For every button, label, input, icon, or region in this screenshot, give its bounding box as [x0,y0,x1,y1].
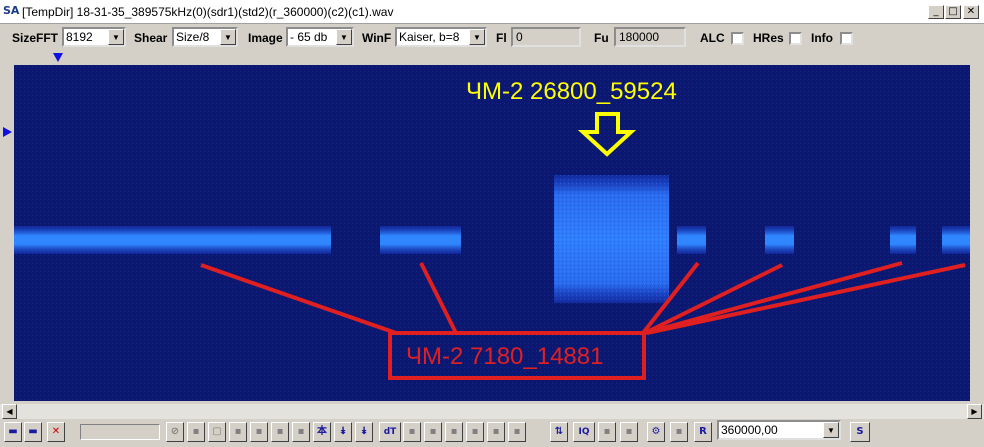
signal-segment [380,226,461,254]
fl-field[interactable]: 0 [511,27,581,47]
swap-icon[interactable]: ⇅ [550,422,568,442]
wide-signal-label: ЧМ-2 26800_59524 [466,78,677,105]
narrow-signal-label: ЧМ-2 7180_14881 [406,343,604,370]
sizefft-select[interactable]: 8192 ▼ [62,27,126,47]
bottom-toolbar: ▬ ▬ ✕ ⊘ ▪ ▢ ▪ ▪ ▪ ▪ 本 ⯯ ⯯ dT ▪ ▪ ▪ ▪ ▪ ▪… [0,419,984,447]
fu-field[interactable]: 180000 [614,27,686,47]
fu-label: Fu [594,31,609,45]
tool-5-icon[interactable]: ▪ [271,422,289,442]
shear-select[interactable]: Size/8 ▼ [172,27,238,47]
tool-16-icon[interactable]: ▪ [598,422,616,442]
signal-segment [890,226,916,254]
delete-icon[interactable]: ✕ [47,422,65,442]
image-value: - 65 db [290,30,328,44]
tool-7-icon[interactable]: 本 [313,422,331,442]
app-icon: SA [3,4,20,17]
shear-value: Size/8 [176,30,210,44]
winf-value: Kaiser, b=8 [399,30,460,44]
shear-label: Shear [134,31,168,45]
tool-11-icon[interactable]: ▪ [424,422,442,442]
window-title: [TempDir] 18-31-35_389575kHz(0)(sdr1)(st… [22,5,394,19]
winf-select[interactable]: Kaiser, b=8 ▼ [395,27,487,47]
tool-13-icon[interactable]: ▪ [466,422,484,442]
tool-14-icon[interactable]: ▪ [487,422,505,442]
spectrogram-panel[interactable]: ЧМ-2 26800_59524 ЧМ-2 7180_14881 [14,65,970,401]
s-button[interactable]: S [850,422,870,442]
tool-2-icon[interactable]: ▢ [208,422,226,442]
hres-label: HRes [753,31,784,45]
time-marker-icon[interactable] [3,127,12,137]
alc-label: ALC [700,31,725,45]
tool-3-icon[interactable]: ▪ [229,422,247,442]
settings-icon[interactable]: ⚙ [647,422,665,442]
r-icon[interactable]: R [694,422,712,442]
tool-15-icon[interactable]: ▪ [508,422,526,442]
signal-segment [677,226,706,254]
rate-value: 360000,00 [721,423,778,437]
winf-label: WinF [362,31,392,45]
maximize-button[interactable]: □ [945,5,961,19]
scroll-left-icon[interactable]: ◀ [2,404,17,419]
tool-4-icon[interactable]: ▪ [250,422,268,442]
sizefft-label: SizeFFT [12,31,59,45]
signal-segment [765,226,794,254]
chevron-down-icon: ▼ [469,29,485,45]
tool-8-icon[interactable]: ⯯ [334,422,352,442]
frequency-ruler [0,50,984,65]
sizefft-value: 8192 [66,30,93,44]
signal-segment [942,226,970,254]
info-checkbox[interactable] [840,32,853,45]
tool-6-icon[interactable]: ▪ [292,422,310,442]
tool-10-icon[interactable]: ▪ [403,422,421,442]
stop-icon[interactable]: ⊘ [166,422,184,442]
chevron-down-icon: ▼ [823,422,839,438]
hres-checkbox[interactable] [789,32,802,45]
dt-icon[interactable]: dT [379,422,401,442]
chevron-down-icon: ▼ [336,29,352,45]
scroll-right-icon[interactable]: ▶ [967,404,982,419]
image-select[interactable]: - 65 db ▼ [286,27,354,47]
tool-9-icon[interactable]: ⯯ [355,422,373,442]
progress-bar [80,424,160,440]
open-icon[interactable]: ▬ [24,422,42,442]
title-bar: SA [TempDir] 18-31-35_389575kHz(0)(sdr1)… [0,0,984,24]
toolbar: SizeFFT 8192 ▼ Shear Size/8 ▼ Image - 65… [0,24,984,50]
tool-18-icon[interactable]: ▪ [670,422,688,442]
horizontal-scrollbar[interactable]: ◀ ▶ [0,404,984,419]
fl-label: Fl [496,31,507,45]
iq-icon[interactable]: IQ [573,422,595,442]
chevron-down-icon: ▼ [220,29,236,45]
info-label: Info [811,31,833,45]
tool-1-icon[interactable]: ▪ [187,422,205,442]
tool-17-icon[interactable]: ▪ [620,422,638,442]
close-button[interactable]: ✕ [963,5,979,19]
chevron-down-icon: ▼ [108,29,124,45]
rate-select[interactable]: 360000,00 ▼ [717,420,841,440]
tool-12-icon[interactable]: ▪ [445,422,463,442]
save-icon[interactable]: ▬ [4,422,22,442]
alc-checkbox[interactable] [731,32,744,45]
signal-segment [14,226,331,254]
minimize-button[interactable]: _ [928,5,944,19]
frequency-marker-icon[interactable] [53,53,63,62]
image-label: Image [248,31,283,45]
